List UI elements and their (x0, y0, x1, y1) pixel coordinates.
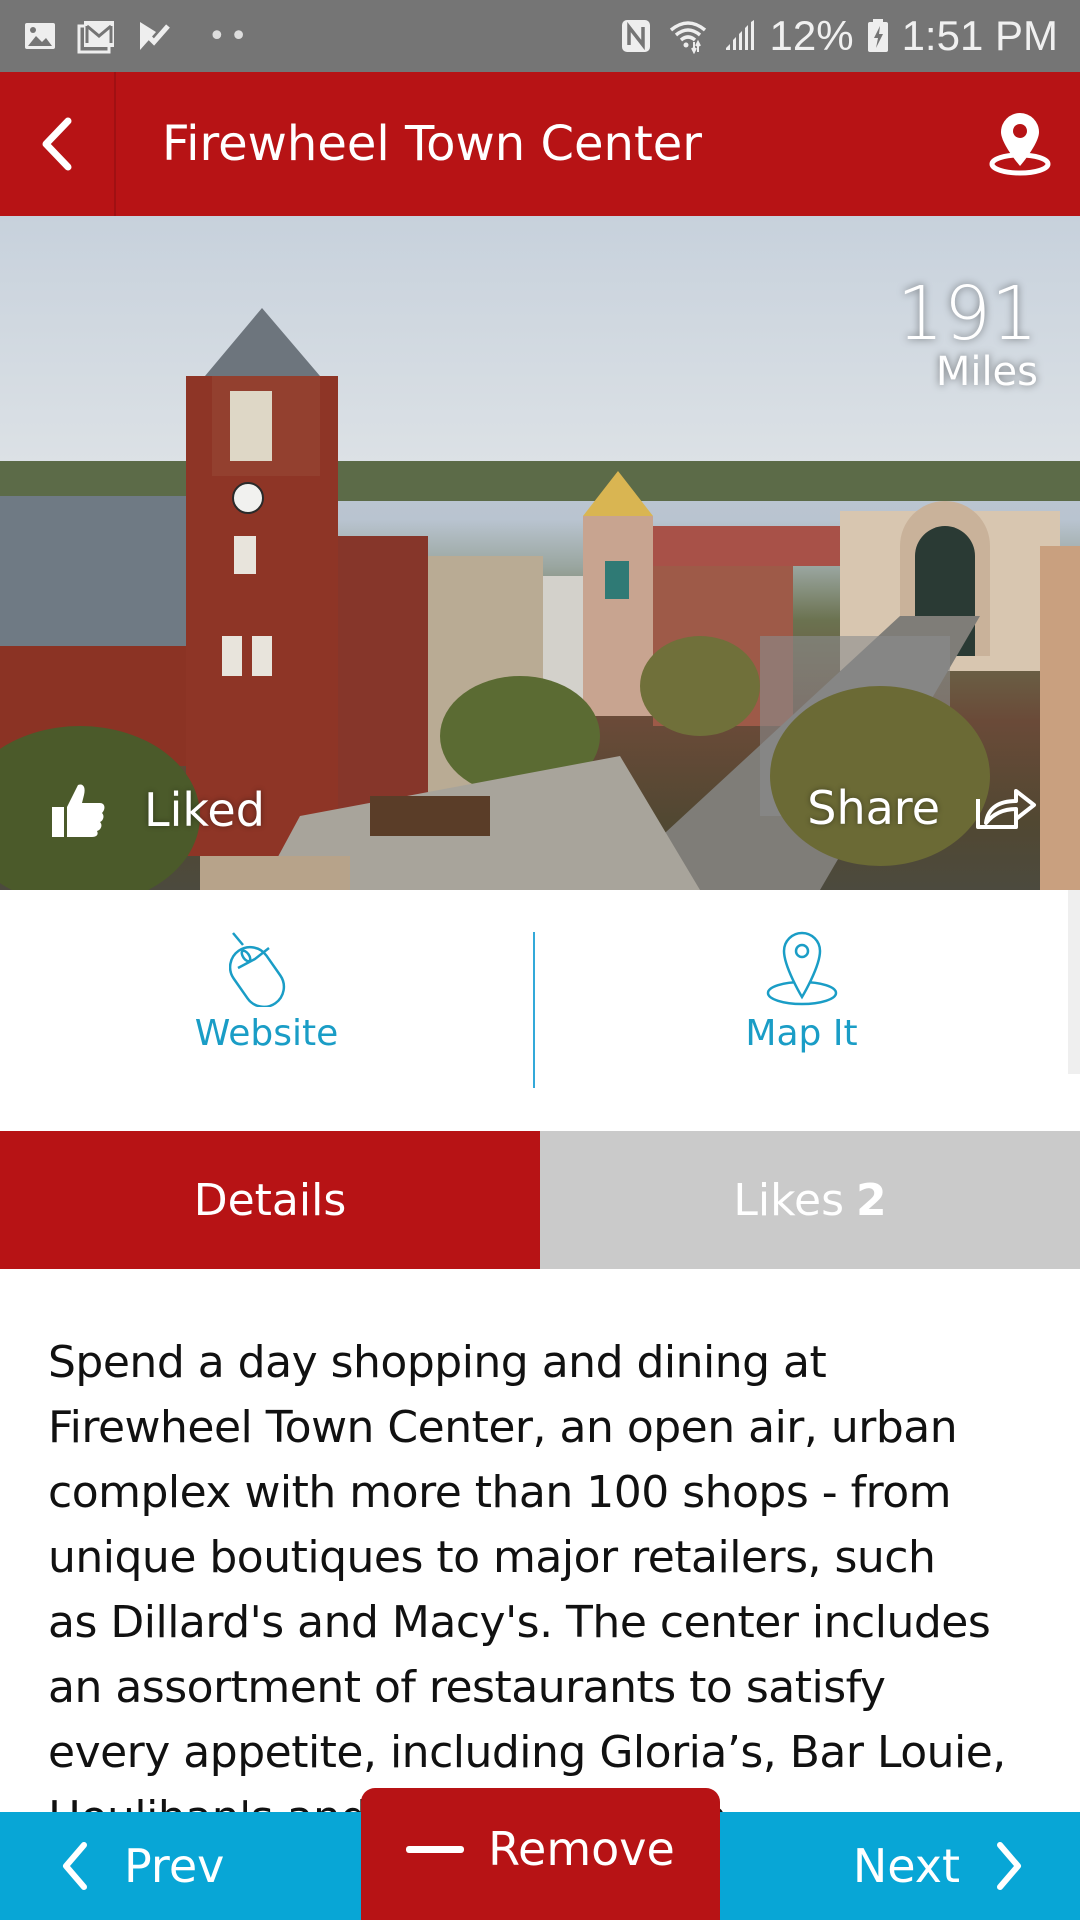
map-it-label: Map It (745, 1012, 858, 1054)
minus-icon (406, 1845, 465, 1853)
gallery-icon (25, 23, 55, 49)
distance-value: 191 (896, 271, 1038, 357)
liked-button[interactable]: Liked (50, 781, 265, 839)
website-label: Website (194, 1012, 339, 1054)
likes-count: 2 (856, 1174, 887, 1226)
description-text: Spend a day shopping and dining at Firew… (48, 1330, 1048, 1850)
gmail-icon (77, 21, 114, 54)
share-icon (976, 789, 1036, 829)
website-button[interactable]: Website (0, 890, 533, 1074)
description-line: every appetite, including Gloria’s, Bar … (48, 1727, 1006, 1778)
prev-label: Prev (124, 1839, 225, 1893)
clock: 1:51 PM (901, 12, 1058, 59)
action-row: Website Map It (0, 890, 1068, 1088)
next-label: Next (852, 1839, 960, 1893)
chevron-left-icon (63, 1842, 87, 1890)
page-title: Firewheel Town Center (162, 116, 703, 172)
task-check-icon (140, 22, 170, 50)
status-bar: •• 12% 1:51 PM (0, 0, 1080, 72)
battery-charging-icon (867, 19, 888, 52)
tab-details-label: Details (193, 1174, 347, 1226)
distance-badge: 191 Miles (897, 276, 1038, 392)
status-notifications: •• (22, 18, 251, 54)
remove-label: Remove (488, 1822, 675, 1876)
signal-icon (725, 20, 754, 50)
share-button[interactable]: Share (807, 781, 1038, 835)
tab-bar: Details Likes 2 (0, 1131, 1080, 1269)
description-line: Spend a day shopping and dining at (48, 1337, 827, 1388)
map-pin-icon (766, 931, 837, 1005)
hero-photo: 191 Miles Liked Share (0, 216, 1080, 890)
chevron-right-icon (997, 1842, 1021, 1890)
next-button[interactable]: Next (853, 1812, 1024, 1920)
tab-likes[interactable]: Likes 2 (540, 1131, 1080, 1269)
tab-likes-label: Likes (733, 1174, 845, 1226)
app-header: Firewheel Town Center (0, 72, 1080, 216)
liked-label: Liked (144, 783, 265, 837)
mouse-icon (228, 931, 285, 1007)
share-label: Share (807, 781, 940, 835)
chevron-left-icon (42, 117, 72, 171)
wifi-icon (669, 21, 706, 54)
location-button[interactable] (960, 72, 1080, 216)
thumbs-up-icon (52, 784, 105, 837)
status-system: 12% 1:51 PM (618, 12, 1058, 60)
back-button[interactable] (0, 72, 116, 216)
scrollbar[interactable] (1068, 890, 1080, 1074)
map-pin-icon (989, 113, 1051, 176)
description-line: complex with more than 100 shops - from (48, 1467, 952, 1518)
description-line: Firewheel Town Center, an open air, urba… (48, 1402, 958, 1453)
battery-percent: 12% (769, 12, 854, 59)
more-dots-icon: •• (208, 18, 252, 54)
tab-details[interactable]: Details (0, 1131, 540, 1269)
map-it-button[interactable]: Map It (535, 890, 1068, 1074)
description-line: an assortment of restaurants to satisfy (48, 1662, 886, 1713)
distance-unit: Miles (935, 349, 1038, 395)
description-line: unique boutiques to major retailers, suc… (48, 1532, 936, 1583)
prev-button[interactable]: Prev (60, 1812, 224, 1920)
remove-button[interactable]: Remove (361, 1788, 720, 1920)
nfc-icon (621, 20, 650, 52)
description-line: as Dillard's and Macy's. The center incl… (48, 1597, 991, 1648)
